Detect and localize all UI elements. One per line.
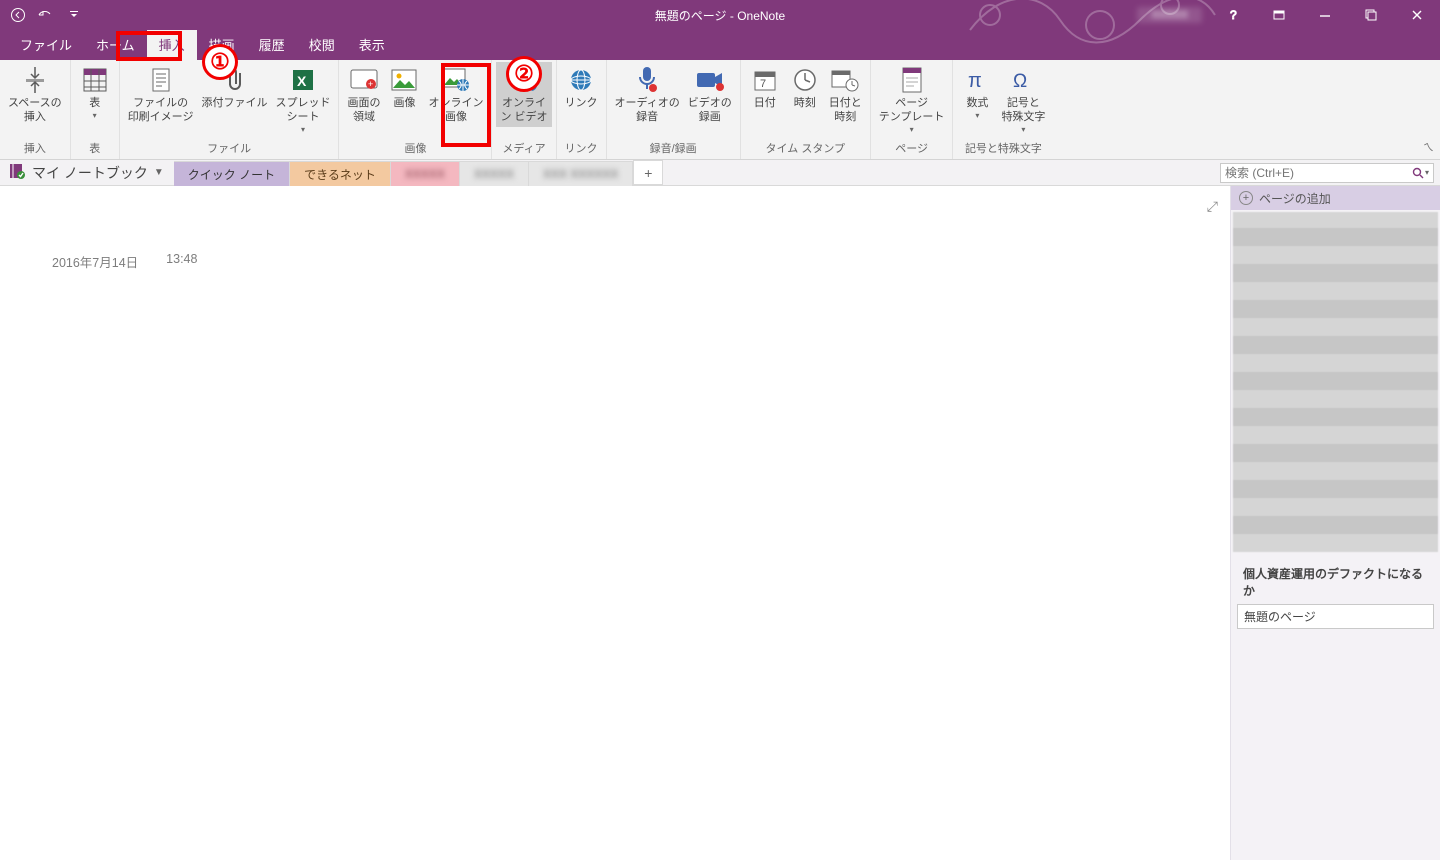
record-audio-button[interactable]: オーディオの 録音: [611, 62, 684, 127]
page-item[interactable]: 個人資産運用のデファクトになるか: [1237, 562, 1434, 602]
window-title: 無題のページ - OneNote: [655, 7, 785, 24]
collapse-ribbon-button[interactable]: ㄟ: [1423, 139, 1434, 155]
notebook-name: マイ ノートブック: [32, 163, 148, 183]
annotation-callout-2: ②: [506, 56, 542, 92]
page-pane: + ページの追加 個人資産運用のデファクトになるか 無題のページ: [1230, 186, 1440, 860]
clock-icon: [789, 64, 821, 96]
file-printout-button[interactable]: ファイルの 印刷イメージ: [124, 62, 198, 127]
close-button[interactable]: [1394, 0, 1440, 30]
group-page-label: ページ: [875, 138, 949, 159]
tab-file[interactable]: ファイル: [8, 30, 84, 60]
excel-icon: X: [287, 64, 319, 96]
tab-review[interactable]: 校閲: [297, 30, 347, 60]
time-button[interactable]: 時刻: [785, 62, 825, 113]
svg-text:π: π: [968, 70, 982, 92]
group-symbols-label: 記号と特殊文字: [957, 138, 1049, 159]
table-button[interactable]: 表▾: [75, 62, 115, 123]
group-timestamp-label: タイム スタンプ: [745, 138, 866, 159]
group-rec-label: 録音/録画: [611, 138, 736, 159]
expand-page-button[interactable]: ⤢: [1207, 198, 1218, 215]
spreadsheet-button[interactable]: Xスプレッド シート▾: [271, 62, 334, 137]
title-bar: 無題のページ - OneNote XXXXX ?: [0, 0, 1440, 30]
plus-icon: +: [1239, 191, 1253, 205]
online-picture-icon: [440, 64, 472, 96]
date-button[interactable]: 7日付: [745, 62, 785, 113]
group-media-label: メディア: [496, 138, 551, 159]
pi-icon: π: [961, 64, 993, 96]
page-item-selected[interactable]: 無題のページ: [1237, 604, 1434, 629]
annotation-callout-1: ①: [202, 44, 238, 80]
picture-button[interactable]: 画像: [384, 62, 424, 113]
video-camera-icon: [694, 64, 726, 96]
chevron-down-icon: ▼: [154, 167, 164, 178]
account-name[interactable]: XXXXX: [1137, 7, 1202, 23]
undo-button[interactable]: [34, 3, 58, 27]
svg-text:X: X: [297, 73, 307, 89]
tab-insert[interactable]: 挿入: [147, 30, 197, 60]
svg-text:Ω: Ω: [1013, 71, 1027, 92]
screen-clipping-button[interactable]: +画面の 領域: [343, 62, 384, 127]
add-page-button[interactable]: + ページの追加: [1231, 186, 1440, 210]
symbol-button[interactable]: Ω記号と 特殊文字▾: [997, 62, 1049, 137]
microphone-icon: [631, 64, 663, 96]
notebook-icon: [8, 162, 26, 183]
page-canvas[interactable]: ⤢ 2016年7月14日 13:48: [0, 186, 1230, 860]
search-icon[interactable]: ▾: [1412, 167, 1429, 179]
page-template-icon: [896, 64, 928, 96]
svg-text:+: +: [368, 79, 373, 89]
section-tab-4[interactable]: XXXXX: [460, 161, 529, 186]
insert-space-icon: [19, 64, 51, 96]
group-insertspace-label: 挿入: [4, 138, 66, 159]
notebook-picker[interactable]: マイ ノートブック ▼: [0, 160, 174, 185]
svg-text:?: ?: [1230, 8, 1237, 22]
dropdown-caret-icon: ▾: [93, 111, 97, 121]
search-input[interactable]: [1225, 166, 1412, 180]
link-button[interactable]: リンク: [561, 62, 602, 113]
link-icon: [565, 64, 597, 96]
maximize-button[interactable]: [1348, 0, 1394, 30]
svg-text:7: 7: [760, 78, 766, 90]
page-time: 13:48: [166, 252, 197, 271]
online-picture-button[interactable]: オンライン 画像: [424, 62, 487, 127]
screen-clip-icon: +: [348, 64, 380, 96]
tab-home[interactable]: ホーム: [84, 30, 147, 60]
equation-button[interactable]: π数式▾: [957, 62, 997, 123]
datetime-button[interactable]: 日付と 時刻: [825, 62, 866, 127]
group-file-label: ファイル: [124, 138, 335, 159]
calendar-clock-icon: [829, 64, 861, 96]
section-tab-quicknotes[interactable]: クイック ノート: [174, 161, 290, 186]
group-link-label: リンク: [561, 138, 602, 159]
picture-icon: [388, 64, 420, 96]
search-box[interactable]: ▾: [1220, 163, 1434, 183]
tab-view[interactable]: 表示: [347, 30, 397, 60]
back-button[interactable]: [6, 3, 30, 27]
qat-customize[interactable]: [62, 3, 86, 27]
calendar-icon: 7: [749, 64, 781, 96]
minimize-button[interactable]: [1302, 0, 1348, 30]
file-printout-icon: [145, 64, 177, 96]
section-tab-5[interactable]: XXX XXXXXX: [529, 161, 633, 186]
ribbon-display-button[interactable]: [1256, 0, 1302, 30]
tab-history[interactable]: 履歴: [247, 30, 297, 60]
record-video-button[interactable]: ビデオの 録画: [684, 62, 736, 127]
section-bar: マイ ノートブック ▼ クイック ノート できるネット XXXXX XXXXX …: [0, 160, 1440, 186]
help-button[interactable]: ?: [1210, 0, 1256, 30]
add-section-button[interactable]: +: [633, 160, 663, 185]
section-tab-2[interactable]: できるネット: [290, 161, 391, 186]
page-date: 2016年7月14日: [52, 252, 138, 271]
page-timestamp: 2016年7月14日 13:48: [52, 252, 1230, 271]
omega-icon: Ω: [1007, 64, 1039, 96]
group-image-label: 画像: [343, 138, 487, 159]
table-icon: [79, 64, 111, 96]
page-template-button[interactable]: ページ テンプレート▾: [875, 62, 949, 137]
section-tab-3[interactable]: XXXXX: [391, 161, 460, 186]
blurred-page-list: [1233, 212, 1438, 552]
add-page-label: ページの追加: [1259, 190, 1331, 207]
insert-space-button[interactable]: スペースの 挿入: [4, 62, 66, 127]
group-table-label: 表: [75, 138, 115, 159]
